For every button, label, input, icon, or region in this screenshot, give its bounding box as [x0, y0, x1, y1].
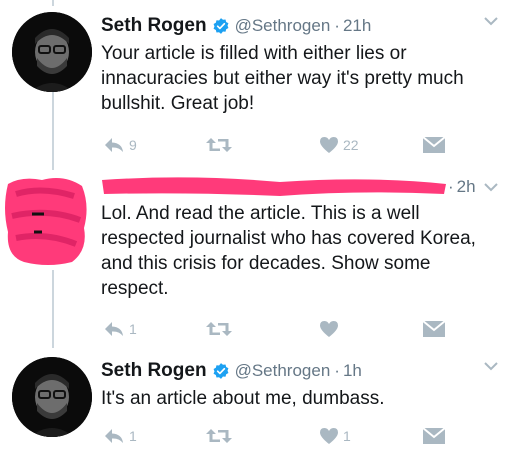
retweet-icon — [206, 138, 232, 152]
retweet-icon — [206, 429, 232, 443]
like-icon — [320, 137, 338, 153]
avatar-photo-icon — [12, 12, 92, 92]
reply-icon — [105, 138, 123, 152]
timestamp[interactable]: 1h — [343, 361, 362, 381]
retweet-button[interactable] — [205, 427, 237, 445]
tweet-text: Your article is filled with either lies … — [101, 43, 464, 114]
tweet-text: It's an article about me, dumbass. — [101, 388, 385, 409]
author-handle[interactable]: @Sethrogen — [235, 361, 331, 381]
tweet[interactable]: Seth Rogen @Sethrogen · 21h Your article… — [0, 10, 512, 160]
reply-icon — [105, 322, 123, 336]
author-name[interactable]: Seth Rogen — [101, 15, 207, 37]
tweet-actions: 1 — [101, 320, 461, 342]
time-separator: · — [448, 177, 454, 196]
direct-message-button[interactable] — [422, 320, 446, 338]
tweet-actions: 1 1 — [101, 427, 461, 449]
reply-button[interactable]: 1 — [103, 427, 137, 445]
reply-button[interactable]: 9 — [103, 136, 137, 154]
retweet-button[interactable] — [205, 136, 237, 154]
thread-line — [52, 0, 54, 6]
timestamp[interactable]: 21h — [343, 16, 371, 36]
author-handle[interactable]: @Sethrogen — [235, 16, 331, 36]
time-separator: · — [334, 16, 340, 35]
tweet[interactable]: Seth Rogen @Sethrogen · 1h It's an artic… — [0, 355, 512, 460]
tweet[interactable]: · 2h Lol. And read the article. This is … — [0, 168, 512, 343]
like-count: 1 — [343, 428, 351, 444]
chevron-down-icon[interactable] — [484, 16, 498, 26]
like-count: 22 — [343, 137, 359, 153]
tweet-header: Seth Rogen @Sethrogen · 1h — [101, 357, 362, 385]
direct-message-button[interactable] — [422, 427, 446, 445]
direct-message-icon — [422, 427, 446, 444]
author-name[interactable]: Seth Rogen — [101, 360, 207, 382]
retweet-button[interactable] — [205, 320, 237, 338]
reply-count: 9 — [129, 137, 137, 153]
reply-count: 1 — [129, 428, 137, 444]
reply-count: 1 — [129, 321, 137, 337]
like-button[interactable]: 22 — [319, 136, 359, 154]
like-icon — [320, 321, 338, 337]
tweet-header: · 2h — [448, 173, 476, 201]
chevron-down-icon[interactable] — [484, 361, 498, 371]
redacted-author-name-icon — [102, 177, 446, 196]
redacted-avatar-icon — [5, 178, 87, 265]
tweet-actions: 9 22 — [101, 136, 461, 158]
like-button[interactable] — [319, 320, 343, 338]
direct-message-button[interactable] — [422, 136, 446, 154]
direct-message-icon — [422, 320, 446, 337]
direct-message-icon — [422, 136, 446, 153]
verified-badge-icon — [213, 363, 228, 379]
tweet-header: Seth Rogen @Sethrogen · 21h — [101, 12, 371, 40]
like-icon — [320, 428, 338, 444]
reply-icon — [105, 429, 123, 443]
avatar[interactable] — [12, 357, 92, 437]
retweet-icon — [206, 322, 232, 336]
chevron-down-icon[interactable] — [484, 182, 498, 192]
like-button[interactable]: 1 — [319, 427, 351, 445]
tweet-text: Lol. And read the article. This is a wel… — [101, 203, 476, 299]
time-separator: · — [334, 361, 340, 380]
reply-button[interactable]: 1 — [103, 320, 137, 338]
avatar-photo-icon — [12, 357, 92, 437]
timestamp[interactable]: 2h — [457, 177, 476, 197]
verified-badge-icon — [213, 18, 228, 34]
avatar[interactable] — [12, 12, 92, 92]
